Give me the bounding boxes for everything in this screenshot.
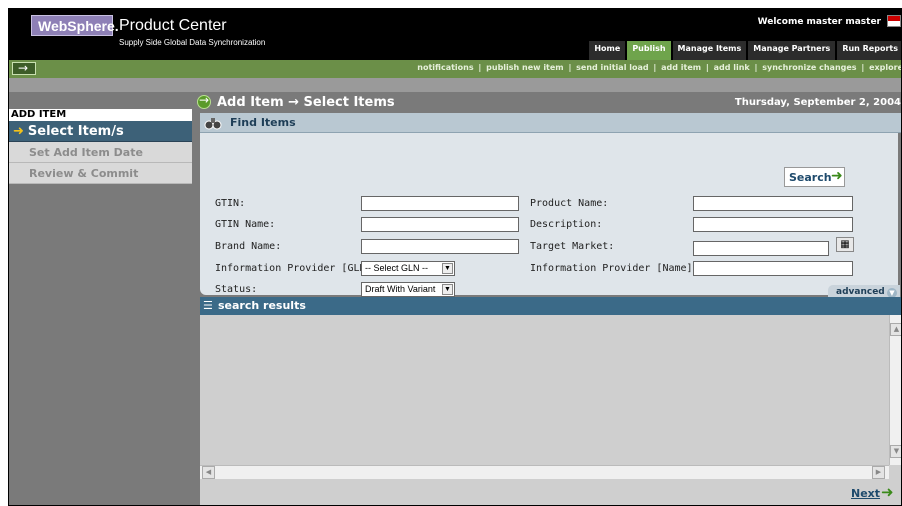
product-name-input[interactable]: [693, 196, 853, 211]
welcome-text: Welcome master master: [757, 17, 881, 27]
search-button[interactable]: Search ➜: [784, 167, 845, 187]
navigate-arrow-icon[interactable]: [12, 61, 36, 75]
websphere-logo: WebSphere.: [31, 15, 119, 36]
search-panel: Search ➜ GTIN: GTIN Name: Brand Name: In…: [200, 133, 900, 301]
nav-link-send-initial-load[interactable]: send initial load: [576, 63, 648, 72]
sub-nav-links: notifications | publish new item | send …: [417, 63, 902, 72]
sub-nav-bar: notifications | publish new item | send …: [9, 60, 902, 78]
tab-run-reports[interactable]: Run Reports: [837, 41, 901, 60]
product-name-label: Product Name:: [530, 198, 609, 209]
page-title-bar: Add Item → Select Items Thursday, Septem…: [192, 92, 901, 113]
product-title: Product Center: [119, 17, 227, 34]
brand-name-label: Brand Name:: [215, 241, 282, 252]
results-list: [200, 315, 889, 465]
info-provider-gln-select[interactable]: -- Select GLN -- ▼: [361, 261, 455, 276]
brand-name-input[interactable]: [361, 239, 519, 254]
scroll-up-icon[interactable]: ▲: [890, 323, 901, 336]
product-subtitle: Supply Side Global Data Synchronization: [119, 38, 266, 47]
info-provider-name-label: Information Provider [Name]:: [530, 263, 699, 274]
search-results-header: ☰ search results: [200, 297, 901, 315]
status-select[interactable]: Draft With Variant ▼: [361, 282, 455, 297]
search-results-title: search results: [218, 299, 306, 312]
tab-manage-items[interactable]: Manage Items: [672, 41, 747, 60]
sidebar-item-set-add-item-date[interactable]: Set Add Item Date: [9, 142, 192, 163]
info-provider-gln-label: Information Provider [GLN]:: [215, 263, 378, 274]
status-value: Draft With Variant: [365, 284, 436, 294]
gtin-name-input[interactable]: [361, 217, 519, 232]
arrow-right-icon[interactable]: ➜: [881, 483, 894, 501]
main-tabs: Home Publish Manage Items Manage Partner…: [587, 41, 901, 60]
description-label: Description:: [530, 219, 603, 230]
tab-publish[interactable]: Publish: [627, 41, 671, 60]
search-button-label: Search: [789, 171, 832, 184]
chevron-down-icon: ▼: [442, 263, 453, 274]
separator-band: [9, 78, 901, 92]
find-items-title: Find Items: [230, 116, 296, 129]
scroll-right-icon[interactable]: ▶: [872, 466, 885, 479]
app-frame: WebSphere. Product Center Supply Side Gl…: [8, 8, 902, 506]
arrow-circle-icon: [197, 93, 211, 109]
nav-link-synchronize-changes[interactable]: synchronize changes: [762, 63, 856, 72]
nav-link-add-link[interactable]: add link: [714, 63, 750, 72]
description-input[interactable]: [693, 217, 853, 232]
nav-link-explore[interactable]: explore: [869, 63, 901, 72]
binoculars-icon: [204, 118, 222, 130]
tab-manage-partners[interactable]: Manage Partners: [748, 41, 836, 60]
info-provider-name-input[interactable]: [693, 261, 853, 276]
target-market-input[interactable]: [693, 241, 829, 256]
results-list-icon: ☰: [203, 299, 213, 312]
nav-link-publish-new-item[interactable]: publish new item: [486, 63, 564, 72]
nav-link-add-item[interactable]: add item: [661, 63, 701, 72]
arrow-right-icon: ➜: [831, 168, 843, 184]
sidebar-item-review-commit[interactable]: Review & Commit: [9, 163, 192, 184]
sidebar-item-label: Select Item/s: [27, 124, 124, 139]
nav-link-notifications[interactable]: notifications: [417, 63, 473, 72]
page-title: Add Item → Select Items: [217, 95, 395, 110]
logout-icon[interactable]: [887, 15, 901, 27]
horizontal-scrollbar[interactable]: ◀ ▶: [200, 465, 889, 479]
next-link[interactable]: Next: [851, 487, 880, 500]
advanced-label: advanced: [836, 287, 885, 297]
find-items-header: Find Items: [200, 113, 901, 133]
sidebar-item-select-items[interactable]: ➜ Select Item/s: [9, 121, 192, 142]
target-market-picker-icon[interactable]: ▦: [836, 237, 854, 252]
current-date: Thursday, September 2, 2004: [734, 97, 901, 108]
header: WebSphere. Product Center Supply Side Gl…: [9, 9, 901, 60]
scroll-left-icon[interactable]: ◀: [202, 466, 215, 479]
chevron-down-icon: ▼: [442, 284, 453, 295]
search-results-area: ▲ ▼ ◀ ▶ Next ➜: [200, 315, 901, 505]
gtin-name-label: GTIN Name:: [215, 219, 276, 230]
scroll-down-icon[interactable]: ▼: [890, 445, 901, 458]
tab-home[interactable]: Home: [589, 41, 626, 60]
current-step-arrow-icon: ➜: [13, 124, 24, 139]
gtin-input[interactable]: [361, 196, 519, 211]
sidebar: ADD ITEM ➜ Select Item/s Set Add Item Dat…: [9, 92, 192, 505]
info-provider-gln-value: -- Select GLN --: [365, 263, 429, 273]
status-label: Status:: [215, 284, 258, 295]
vertical-scrollbar[interactable]: ▲ ▼: [889, 315, 901, 465]
gtin-label: GTIN:: [215, 198, 246, 209]
sidebar-title: ADD ITEM: [9, 109, 192, 121]
target-market-label: Target Market:: [530, 241, 615, 252]
